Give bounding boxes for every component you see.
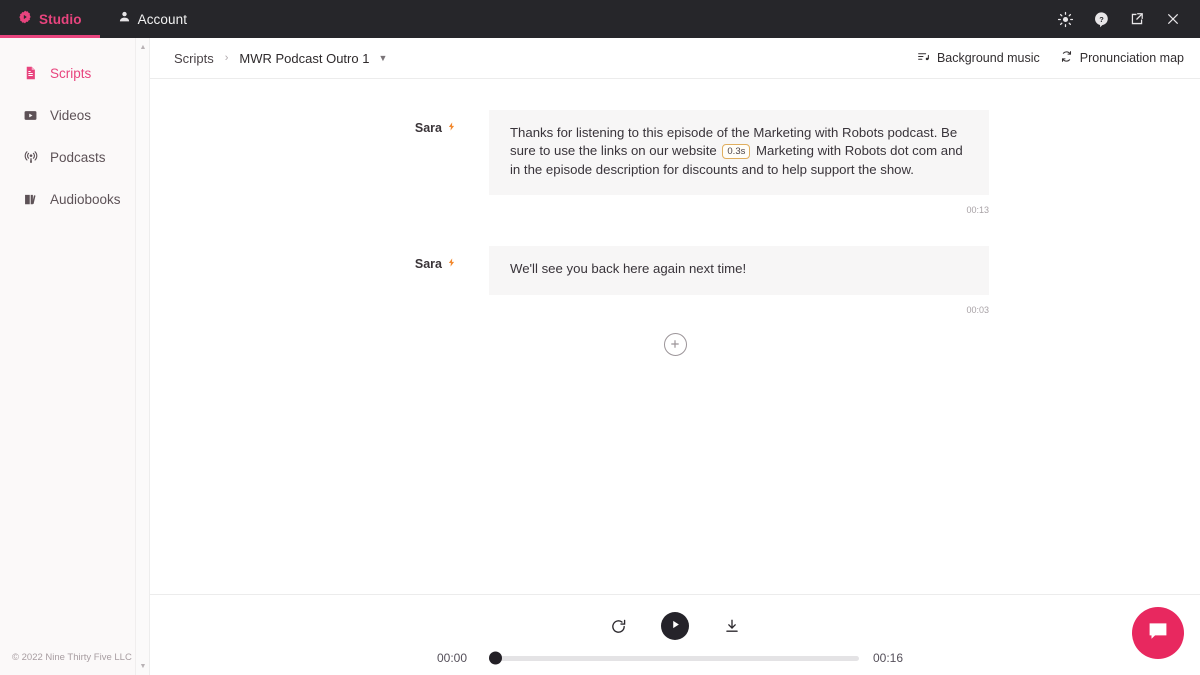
block-duration: 00:03 [966, 304, 989, 315]
tab-studio[interactable]: Studio [0, 0, 100, 38]
breadcrumb-current[interactable]: MWR Podcast Outro 1 [239, 51, 369, 66]
account-label: Account [137, 11, 188, 27]
player-controls [150, 596, 1200, 640]
download-icon[interactable] [719, 613, 745, 639]
speaker-tag[interactable]: Sara [386, 246, 456, 271]
sidebar-item-label: Scripts [50, 65, 92, 81]
sidebar-item-label: Podcasts [50, 149, 106, 165]
speaker-name: Sara [414, 120, 442, 135]
script-text-before: We'll see you back here again next time! [510, 261, 747, 277]
external-link-icon[interactable] [1122, 4, 1152, 34]
script-block-row: Sara We'll see you back here again next … [150, 246, 1200, 295]
breadcrumb-root[interactable]: Scripts [174, 51, 214, 66]
svg-text:?: ? [1099, 14, 1104, 23]
app-window: Studio Account ? Scripts Videos Podcasts… [0, 0, 1200, 675]
speaker-name: Sara [414, 256, 442, 271]
video-icon [22, 107, 39, 124]
sidebar: Scripts Videos Podcasts Audiobooks © 202… [0, 38, 150, 675]
audio-player: 00:00 00:16 [150, 596, 1200, 675]
pronunciation-map-button[interactable]: Pronunciation map [1060, 50, 1184, 66]
current-time: 00:00 [437, 651, 468, 665]
scroll-down-icon[interactable]: ▼ [136, 659, 150, 673]
help-icon[interactable]: ? [1086, 4, 1116, 34]
chevron-down-icon[interactable]: ▼ [378, 53, 387, 63]
plus-circle-icon[interactable] [663, 332, 687, 356]
podcast-icon [22, 149, 39, 166]
background-music-button[interactable]: Background music [917, 50, 1040, 66]
sidebar-item-videos[interactable]: Videos [0, 94, 149, 136]
breadcrumb-separator: › [224, 52, 229, 64]
speaker-tag[interactable]: Sara [386, 110, 456, 135]
book-icon [22, 191, 39, 208]
play-icon [670, 617, 681, 635]
player-scrubber: 00:00 00:16 [150, 640, 1200, 665]
script-text-block[interactable]: Thanks for listening to this episode of … [489, 110, 989, 196]
refresh-icon [1060, 50, 1073, 66]
tab-account[interactable]: Account [100, 0, 205, 38]
progress-knob[interactable] [489, 651, 502, 665]
copyright-text: © 2022 Nine Thirty Five LLC [12, 652, 132, 663]
script-canvas: Sara Thanks for listening to this episod… [150, 79, 1200, 595]
breadcrumb-bar: Scripts › MWR Podcast Outro 1 ▼ Backgrou… [150, 38, 1200, 79]
total-time: 00:16 [873, 651, 904, 665]
sidebar-item-podcasts[interactable]: Podcasts [0, 136, 149, 178]
pronunciation-map-label: Pronunciation map [1079, 51, 1184, 65]
lightning-bolt-icon [447, 120, 456, 135]
brand-label: Studio [39, 11, 82, 27]
gear-play-icon [18, 10, 32, 29]
background-music-label: Background music [936, 51, 1040, 65]
chat-widget-button[interactable] [1132, 607, 1184, 659]
window-controls: ? [1050, 0, 1200, 38]
block-duration: 00:13 [966, 205, 989, 216]
pause-chip[interactable]: 0.3s [722, 143, 751, 160]
sidebar-scrollbar[interactable]: ▲ ▼ [135, 38, 149, 675]
close-icon[interactable] [1158, 4, 1188, 34]
play-button[interactable] [661, 612, 689, 640]
lightning-bolt-icon [447, 256, 456, 271]
script-block: Sara We'll see you back here again next … [150, 215, 1200, 315]
chat-bubble-icon [1146, 619, 1170, 648]
sidebar-item-scripts[interactable]: Scripts [0, 52, 149, 94]
script-text-block[interactable]: We'll see you back here again next time! [489, 246, 989, 295]
restart-icon[interactable] [605, 613, 631, 639]
brightness-icon[interactable] [1050, 4, 1080, 34]
progress-track[interactable] [489, 651, 859, 665]
script-block-row: Sara Thanks for listening to this episod… [150, 110, 1200, 196]
sidebar-item-label: Videos [50, 107, 92, 123]
music-lines-icon [917, 50, 930, 66]
top-bar: Studio Account ? [0, 0, 1200, 38]
person-icon [118, 10, 131, 28]
scroll-up-icon[interactable]: ▲ [136, 40, 150, 54]
add-block-row [150, 315, 1200, 356]
document-icon [22, 65, 39, 82]
sidebar-item-audiobooks[interactable]: Audiobooks [0, 178, 149, 220]
script-block: Sara Thanks for listening to this episod… [150, 79, 1200, 215]
sidebar-item-label: Audiobooks [50, 191, 121, 207]
sidebar-nav: Scripts Videos Podcasts Audiobooks [0, 38, 149, 220]
